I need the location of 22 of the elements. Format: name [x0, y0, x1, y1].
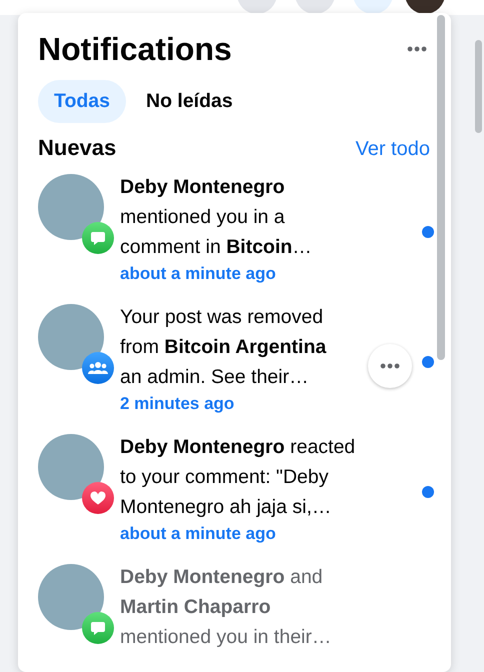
notification-text: Your post was removed from Bitcoin Argentina an admin. See their… [120, 305, 326, 390]
more-options-button[interactable] [368, 344, 412, 388]
notification-text: Deby Montenegro and Martin Chaparro mentioned you in their… [120, 565, 332, 650]
filter-tab[interactable]: No leídas [130, 80, 249, 123]
heart-icon [90, 491, 106, 505]
more-options-button[interactable] [407, 46, 427, 52]
speech-bubble-icon [90, 620, 106, 636]
see-all-link[interactable]: Ver todo [355, 138, 430, 161]
page-scrollbar-thumb[interactable] [475, 40, 482, 133]
notification-time[interactable]: 2 minutes ago [120, 392, 431, 416]
more-icon [380, 363, 400, 369]
filter-tab[interactable]: Todas [38, 80, 126, 123]
notification-text: Deby Montenegro mentioned you in a comment in Bitcoin… [120, 175, 312, 260]
notification-time[interactable]: about a minute ago [120, 262, 431, 286]
notification-time[interactable]: about a minute ago [120, 522, 431, 546]
scrollbar-thumb[interactable] [437, 15, 445, 360]
speech-bubble-icon [90, 230, 106, 246]
panel-title: Notifications [38, 30, 232, 69]
group-icon [88, 361, 108, 375]
more-icon [407, 46, 427, 52]
notification-text: Deby Montenegro reacted to your comment: "Deby Montenegro ah jaja si,… [120, 435, 356, 520]
section-heading: Nuevas [38, 135, 116, 161]
